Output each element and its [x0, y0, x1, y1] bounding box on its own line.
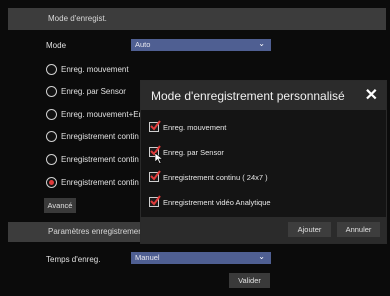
- radio-option-3[interactable]: Enreg. mouvement+Er: [46, 107, 141, 121]
- radio-option-6[interactable]: Enregistrement contin: [46, 175, 139, 189]
- advanced-button[interactable]: Avancé: [44, 198, 76, 213]
- checkbox-label: Enregistrement vidéo Analytique: [163, 197, 271, 207]
- checkbox-label: Enreg. mouvement: [163, 122, 227, 132]
- record-time-select[interactable]: Manuel ⌄: [131, 252, 271, 264]
- chevron-down-icon: ⌄: [258, 252, 265, 261]
- radio-button[interactable]: [46, 130, 57, 142]
- radio-label: Enreg. par Sensor: [61, 86, 126, 96]
- mouse-cursor-icon: [155, 153, 164, 164]
- radio-option-1[interactable]: Enreg. mouvement: [46, 62, 129, 76]
- radio-button[interactable]: [46, 63, 57, 75]
- dialog-footer: Ajouter Annuler: [141, 217, 386, 243]
- radio-option-2[interactable]: Enreg. par Sensor: [46, 84, 126, 98]
- radio-label: Enregistrement contin: [61, 154, 139, 164]
- checkbox-label: Enregistrement continu ( 24x7 ): [163, 172, 268, 182]
- dialog-header: Mode d'enregistrement personnalisé ✕: [141, 81, 386, 110]
- cancel-button[interactable]: Annuler: [337, 222, 380, 237]
- chevron-down-icon: ⌄: [258, 39, 265, 48]
- add-button[interactable]: Ajouter: [288, 222, 331, 237]
- radio-label: Enregistrement contin: [61, 131, 139, 141]
- checkbox[interactable]: [149, 195, 161, 207]
- record-params-title: Paramètres enregistremer: [48, 227, 141, 236]
- check-mark-icon: [150, 170, 161, 181]
- check-mark-icon: [150, 195, 161, 206]
- record-mode-title: Mode d'enregist.: [48, 14, 107, 23]
- mode-select-value: Auto: [135, 40, 151, 49]
- record-mode-header: Mode d'enregist.: [8, 8, 386, 30]
- apply-button[interactable]: Valider: [229, 273, 270, 288]
- custom-record-mode-dialog: Mode d'enregistrement personnalisé ✕ Enr…: [140, 80, 387, 244]
- radio-label: Enreg. mouvement+Er: [61, 109, 142, 119]
- checkbox-item-analytics[interactable]: Enregistrement vidéo Analytique: [149, 195, 271, 208]
- check-mark-icon: [150, 120, 161, 131]
- record-time-label: Temps d'enreg.: [46, 255, 101, 264]
- radio-button[interactable]: [46, 153, 57, 165]
- dialog-title: Mode d'enregistrement personnalisé: [151, 89, 345, 103]
- radio-label: Enreg. mouvement: [61, 64, 129, 74]
- radio-button[interactable]: [46, 108, 57, 120]
- checkbox[interactable]: [149, 170, 161, 182]
- checkbox-item-continuous[interactable]: Enregistrement continu ( 24x7 ): [149, 170, 268, 183]
- radio-option-4[interactable]: Enregistrement contin: [46, 129, 139, 143]
- radio-button-selected[interactable]: [46, 176, 57, 188]
- mode-select[interactable]: Auto ⌄: [131, 39, 271, 51]
- checkbox-item-motion[interactable]: Enreg. mouvement: [149, 120, 227, 133]
- close-icon[interactable]: ✕: [365, 85, 378, 105]
- record-time-value: Manuel: [135, 253, 160, 262]
- radio-label: Enregistrement contin: [61, 177, 139, 187]
- radio-button[interactable]: [46, 85, 57, 97]
- mode-label: Mode: [46, 41, 67, 50]
- checkbox-label: Enreg. par Sensor: [163, 147, 224, 157]
- radio-option-5[interactable]: Enregistrement contin: [46, 152, 139, 166]
- checkbox[interactable]: [149, 120, 161, 132]
